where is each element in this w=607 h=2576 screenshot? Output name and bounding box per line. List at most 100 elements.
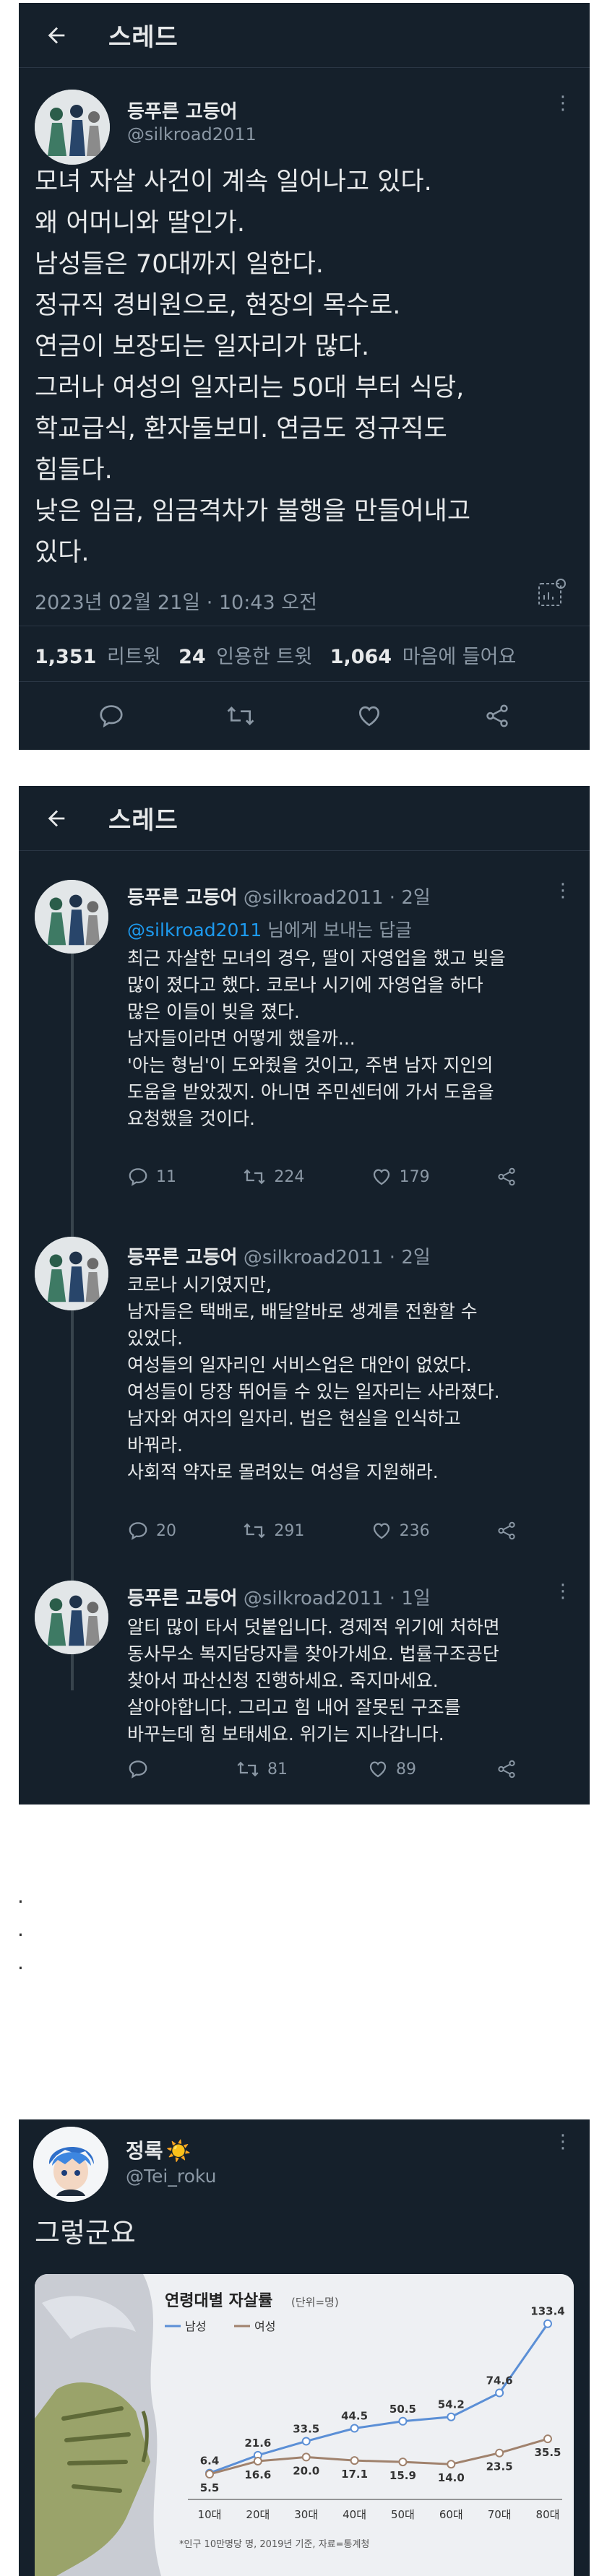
likes-count[interactable]: 1,064: [330, 646, 392, 668]
reply-line: 많은 이들이 빚을 졌다.: [127, 1001, 300, 1022]
like-button[interactable]: 179: [371, 1166, 430, 1188]
tweet-line: 모녀 자살 사건이 계속 일어나고 있다.: [35, 168, 432, 196]
more-options-icon[interactable]: ⋮: [554, 92, 572, 114]
author-name[interactable]: 정록: [126, 2139, 163, 2163]
page-title: 스레드: [108, 806, 178, 835]
reply-line: 최근 자살한 모녀의 경우, 딸이 자영업을 했고 빚을: [127, 948, 506, 969]
tweet-line: 힘들다.: [35, 456, 113, 485]
x-tick-label: 50대: [391, 2508, 415, 2521]
thread-header: 스레드: [19, 3, 590, 68]
more-options-icon[interactable]: ⋮: [554, 2131, 572, 2153]
likes-label[interactable]: 마음에 들어요: [402, 646, 517, 668]
reply-line: 찾아서 파산신청 진행하세요. 죽지마세요.: [127, 1670, 439, 1691]
avatar[interactable]: [35, 1581, 108, 1654]
x-tick-label: 70대: [488, 2508, 512, 2521]
thread-panel-2: 스레드 등푸른 고등어 @silkroad2011 · 2일 ⋮ @silkro…: [19, 786, 590, 1805]
like-icon[interactable]: [356, 702, 383, 730]
data-label: 44.5: [341, 2410, 368, 2423]
separator-dot: .: [17, 1950, 24, 1974]
author-name[interactable]: 등푸른 고등어: [127, 1247, 238, 1268]
retweets-count: 291: [274, 1521, 305, 1540]
retweet-icon[interactable]: [225, 702, 256, 730]
back-arrow-icon[interactable]: [40, 803, 72, 834]
reply-button[interactable]: [127, 1758, 156, 1780]
retweet-button[interactable]: 224: [242, 1166, 304, 1188]
reply-age[interactable]: · 1일: [389, 1588, 431, 1609]
tweet-timestamp[interactable]: 2023년 02월 21일 · 10:43 오전: [35, 587, 317, 615]
author-handle[interactable]: @silkroad2011: [127, 124, 257, 144]
retweets-count[interactable]: 1,351: [35, 646, 96, 668]
legend-label: 남성: [185, 2320, 206, 2333]
reply-text: 코로나 시기였지만, 남자들은 택배로, 배달알바로 생계를 전환할 수 있었다…: [127, 1271, 582, 1485]
reply-age[interactable]: · 2일: [389, 887, 431, 909]
quotes-count[interactable]: 24: [178, 646, 206, 668]
data-label: 17.1: [341, 2468, 368, 2481]
retweets-label[interactable]: 리트윗: [107, 646, 161, 668]
chart-unit-note: (단위=명): [291, 2296, 339, 2309]
replies-count: 20: [156, 1521, 176, 1540]
reply-age[interactable]: · 2일: [389, 1247, 431, 1268]
thread-panel-3: 정록 ☀️ @Tei_roku ⋮ 그렇군요 연령대별 자살률 (단위=명) 남성 여성…: [19, 2119, 590, 2576]
data-label: 14.0: [438, 2471, 465, 2484]
reply-line: 요청했을 것이다.: [127, 1108, 255, 1129]
tweet-actions: [19, 682, 590, 750]
data-point: [447, 2412, 456, 2421]
reply-line: 여성들이 당장 뛰어들 수 있는 일자리는 사라졌다.: [127, 1381, 500, 1402]
data-point: [495, 2388, 504, 2398]
data-point: [205, 2470, 214, 2479]
more-options-icon[interactable]: ⋮: [554, 1581, 572, 1602]
data-point: [398, 2416, 408, 2426]
thread-connector: [71, 954, 74, 1690]
like-button[interactable]: 236: [371, 1520, 430, 1542]
share-icon[interactable]: [496, 1166, 517, 1188]
more-options-icon[interactable]: ⋮: [554, 880, 572, 902]
share-icon[interactable]: [496, 1758, 517, 1780]
avatar[interactable]: [35, 1237, 108, 1310]
retweet-button[interactable]: 81: [236, 1758, 288, 1780]
likes-count: 179: [399, 1167, 430, 1186]
reply-button[interactable]: 11: [127, 1166, 176, 1188]
hand-illustration: [35, 2274, 161, 2576]
mention-link[interactable]: @silkroad2011: [127, 920, 262, 941]
data-label: 74.6: [486, 2374, 513, 2387]
reply-header: 등푸른 고등어 @silkroad2011 · 2일: [127, 1242, 431, 1269]
data-point: [447, 2460, 456, 2469]
sun-badge-icon: ☀️: [165, 2139, 191, 2163]
data-label: 21.6: [244, 2437, 271, 2450]
tweet-text: 그렇군요: [35, 2217, 136, 2249]
data-point: [495, 2448, 504, 2458]
reply-icon[interactable]: [98, 702, 125, 730]
reply-line: 바꾸는데 힘 보태세요. 위기는 지나갑니다.: [127, 1724, 444, 1745]
author-handle[interactable]: @Tei_roku: [126, 2166, 216, 2187]
share-icon[interactable]: [496, 1520, 517, 1542]
quotes-label[interactable]: 인용한 트윗: [216, 646, 312, 668]
avatar[interactable]: [35, 90, 110, 165]
author-name[interactable]: 등푸른 고등어: [127, 1588, 238, 1609]
author-handle[interactable]: @silkroad2011: [244, 1247, 384, 1268]
reply-line: 남자들은 택배로, 배달알바로 생계를 전환할 수: [127, 1301, 478, 1322]
reply-text: 알티 많이 타서 덧붙입니다. 경제적 위기에 처하면 동사무소 복지담당자를 …: [127, 1614, 582, 1747]
avatar[interactable]: [33, 2127, 108, 2202]
reply-header: 등푸른 고등어 @silkroad2011 · 1일: [127, 1583, 431, 1610]
reply-line: 남자들이라면 어떻게 했을까...: [127, 1028, 356, 1049]
separator-dot: .: [17, 1917, 24, 1941]
tweet-line: 학교급식, 환자돌보미. 연금도 정규직도: [35, 415, 447, 444]
chart-image[interactable]: 연령대별 자살률 (단위=명) 남성 여성 10대 20대 30대 40대 50대 60대 70대 8…: [35, 2274, 574, 2576]
reply-actions: 11 224 179: [127, 1166, 517, 1188]
author-name[interactable]: 등푸른 고등어: [127, 887, 238, 909]
author-name[interactable]: 등푸른 고등어: [127, 97, 238, 124]
author-handle[interactable]: @silkroad2011: [244, 1588, 384, 1609]
avatar[interactable]: [35, 880, 108, 954]
tweet-line: 왜 어머니와 딸인가.: [35, 209, 245, 238]
data-point: [398, 2458, 408, 2467]
author-handle[interactable]: @silkroad2011: [244, 887, 384, 909]
analytics-icon[interactable]: [536, 578, 567, 611]
back-arrow-icon[interactable]: [40, 20, 72, 51]
reply-button[interactable]: 20: [127, 1520, 176, 1542]
thread-header: 스레드: [19, 786, 590, 851]
data-label: 23.5: [486, 2460, 513, 2473]
share-icon[interactable]: [483, 702, 511, 730]
like-button[interactable]: 89: [367, 1758, 416, 1780]
retweet-button[interactable]: 291: [242, 1520, 304, 1542]
author-header: 정록 ☀️: [126, 2135, 191, 2164]
